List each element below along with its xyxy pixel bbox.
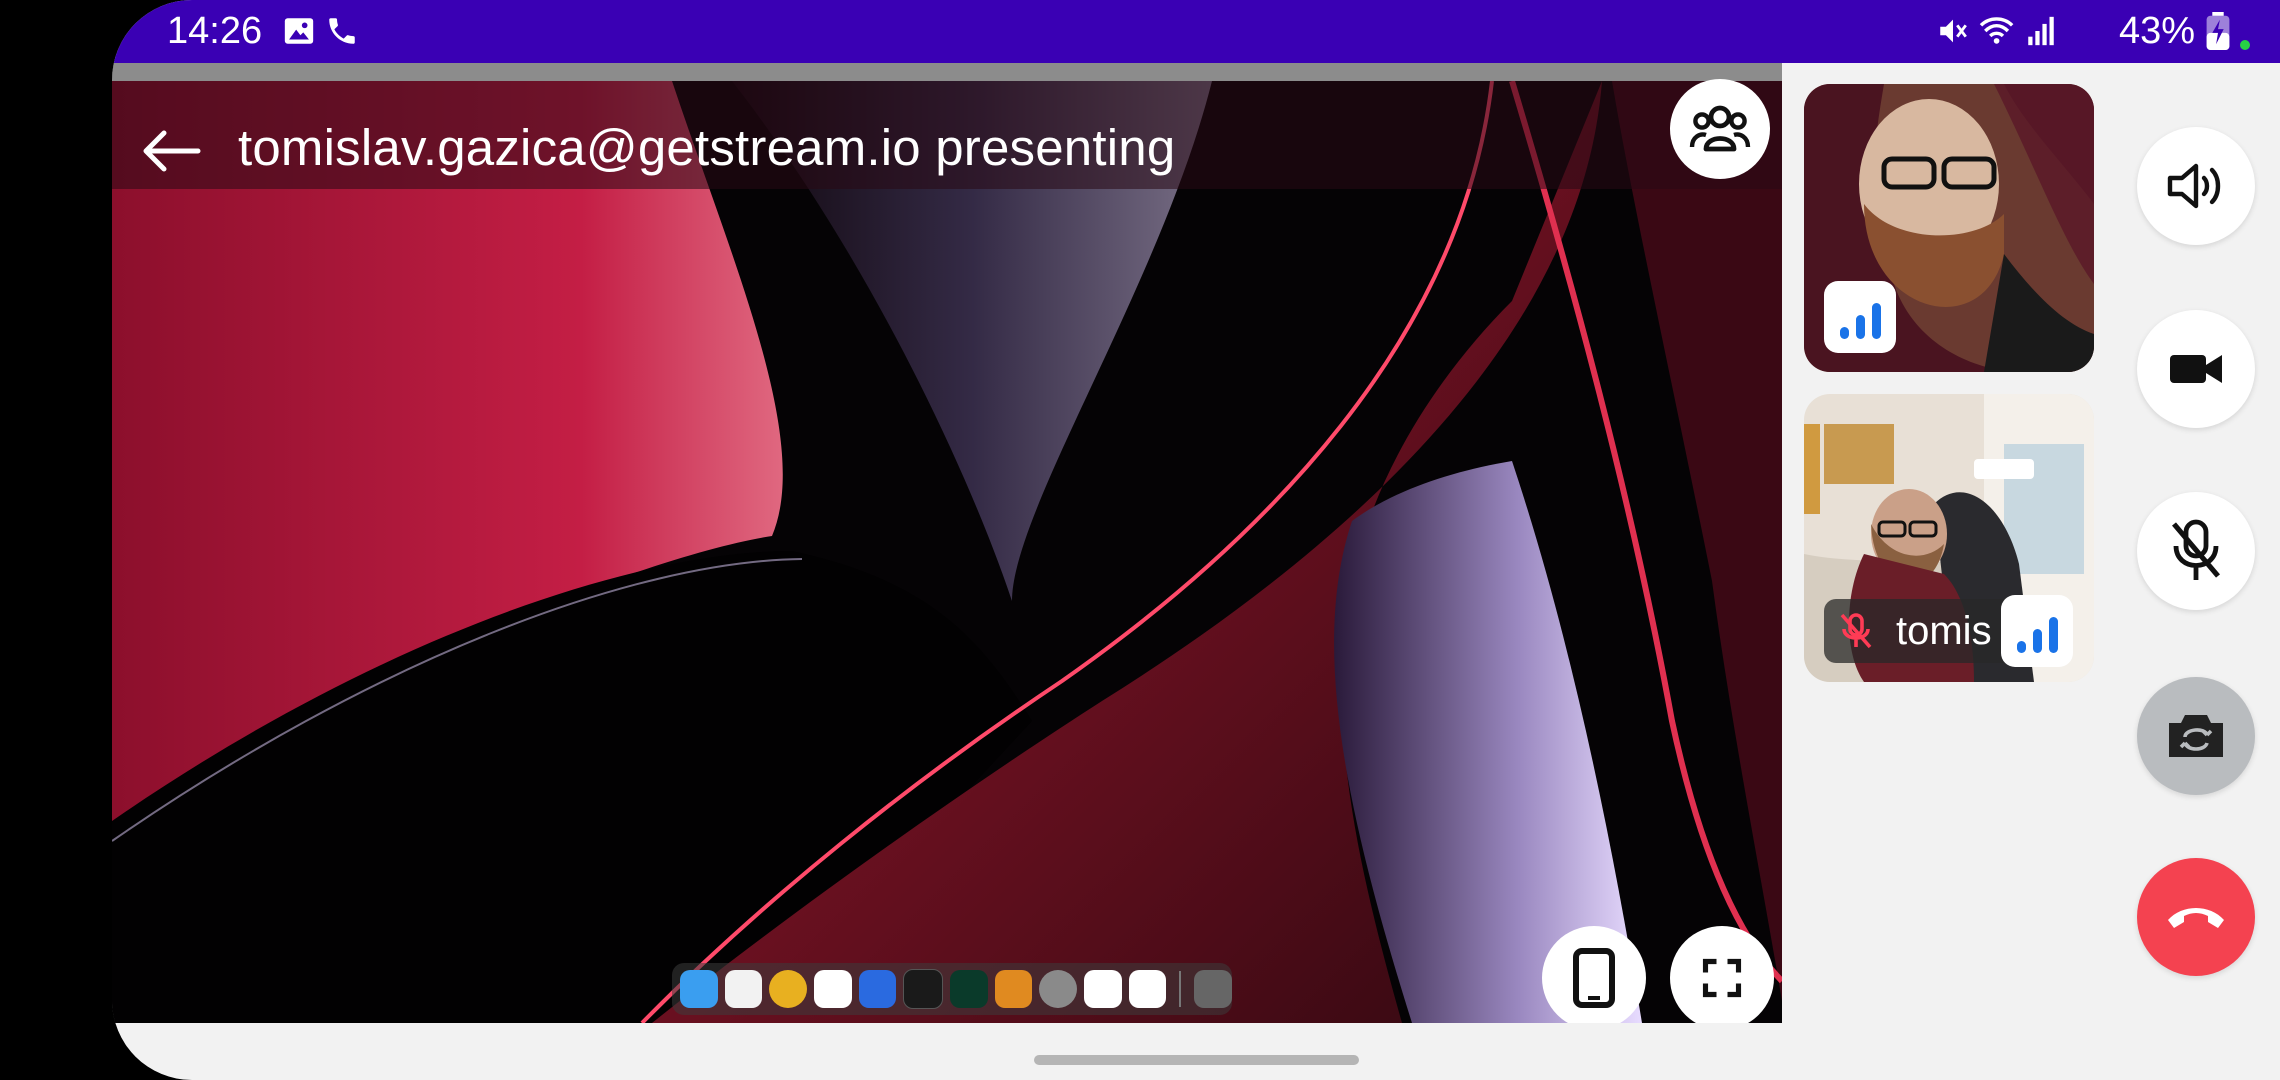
macos-dock (672, 963, 1233, 1015)
participant-tile[interactable] (1804, 84, 2094, 372)
mic-off-icon (1840, 613, 1872, 649)
fullscreen-button[interactable] (1670, 926, 1774, 1023)
screen-share-view: tomislav.gazica@getstream.io presenting (112, 63, 1782, 1023)
presenting-title: tomislav.gazica@getstream.io presenting (238, 119, 1176, 176)
dock-app-finder (680, 970, 718, 1008)
flip-camera-button[interactable] (2137, 677, 2255, 795)
participant-name-label: tomis (1824, 599, 2024, 663)
microphone-toggle-button[interactable] (2137, 492, 2255, 610)
flip-camera-icon (2169, 715, 2223, 757)
dock-app-10 (1128, 970, 1167, 1008)
phone-portrait-icon (1573, 948, 1615, 1008)
hang-up-icon (2168, 908, 2224, 928)
signal-bar (2048, 617, 2058, 653)
fullscreen-icon (1702, 958, 1742, 998)
network-quality-badge (2001, 595, 2073, 667)
hang-up-button[interactable] (2137, 858, 2255, 976)
speaker-button[interactable] (2137, 127, 2255, 245)
mic-off-icon (2172, 519, 2220, 580)
status-bar: 14:26 43% (112, 0, 2280, 63)
call-screen: 14:26 43% tomislav.gazica@getstream.io p… (112, 0, 2280, 1080)
signal-bar (2032, 629, 2042, 653)
participant-tile[interactable]: tomis (1804, 394, 2094, 682)
cell-signal-icon (2028, 16, 2054, 46)
dock-app-6 (950, 970, 988, 1008)
participant-name: tomis (1896, 608, 1992, 653)
back-arrow-icon[interactable] (142, 129, 202, 173)
signal-bar (1855, 315, 1865, 339)
share-top-strip (112, 63, 1782, 81)
wifi-icon (1979, 17, 2014, 44)
participants-button[interactable] (1670, 79, 1770, 179)
participants-icon (1689, 105, 1751, 152)
share-header: tomislav.gazica@getstream.io presenting (112, 81, 1782, 189)
dock-app-terminal (903, 969, 944, 1009)
dock-divider (1179, 971, 1182, 1007)
network-quality-badge (1824, 281, 1896, 353)
battery-charging-icon (2206, 12, 2230, 50)
dock-app-sublime (994, 970, 1033, 1008)
image-icon (284, 18, 314, 44)
phone-icon (329, 18, 355, 44)
signal-bar (2016, 641, 2026, 653)
signal-bar (1871, 303, 1881, 339)
camera-toggle-button[interactable] (2137, 310, 2255, 428)
dock-app-slack (814, 970, 852, 1008)
speaker-icon (2167, 163, 2221, 209)
orientation-button[interactable] (1542, 926, 1646, 1023)
dock-trash (1194, 970, 1233, 1008)
dock-app-1 (724, 970, 763, 1008)
gesture-home-bar[interactable] (1034, 1055, 1359, 1065)
shared-desktop-wallpaper (112, 81, 1782, 1023)
battery-level: 43% (2118, 10, 2195, 52)
signal-bar (1839, 327, 1849, 339)
dock-app-4 (858, 970, 897, 1008)
active-dot-icon (2240, 40, 2250, 50)
mute-icon (1940, 19, 1967, 43)
dock-app-settings (1039, 970, 1078, 1008)
dock-app-9 (1084, 970, 1122, 1008)
video-camera-icon (2170, 355, 2222, 383)
dock-app-chrome (769, 970, 808, 1008)
status-time: 14:26 (167, 10, 263, 52)
